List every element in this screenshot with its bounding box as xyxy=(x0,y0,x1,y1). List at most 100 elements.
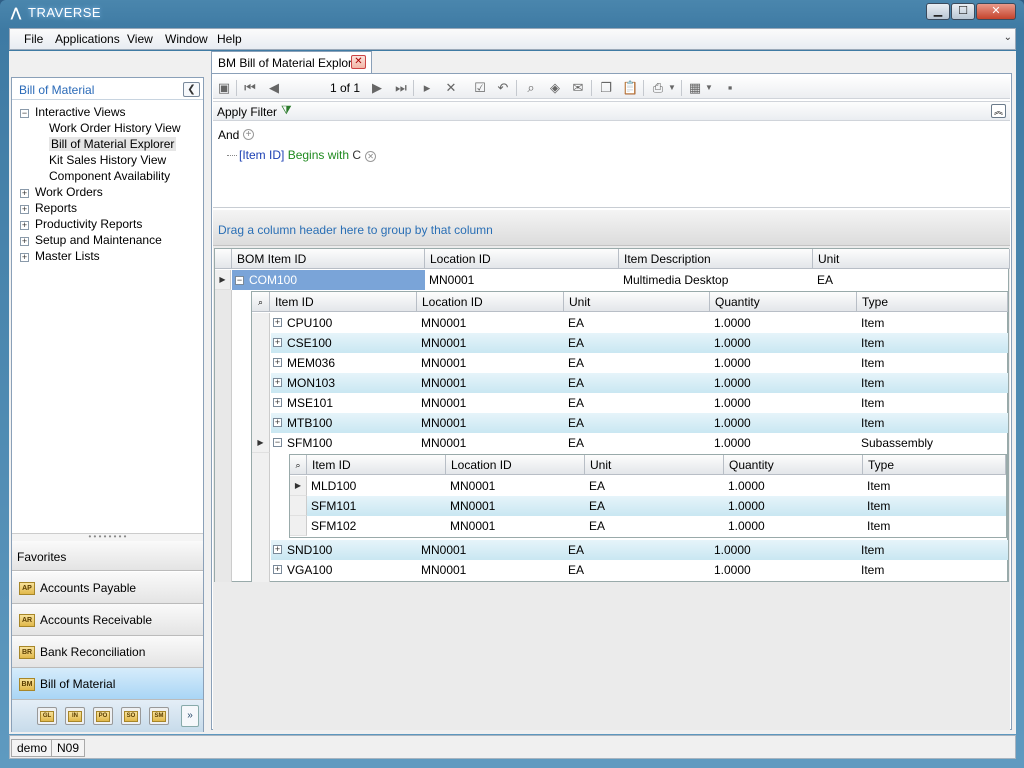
column-header-unit[interactable]: Unit xyxy=(813,249,1010,269)
tree-node-component-availability[interactable]: Component Availability xyxy=(49,169,170,183)
filter-icon[interactable]: ⧩ xyxy=(281,103,292,118)
dropdown-arrow-icon[interactable]: ▼ xyxy=(705,80,713,96)
cell-location-id[interactable]: MN0001 xyxy=(418,393,466,413)
inventory-shortcut-icon[interactable]: IN xyxy=(65,707,85,725)
tree-expand-toggle[interactable]: + xyxy=(20,237,29,246)
cell-item-id[interactable]: CSE100 xyxy=(284,333,332,353)
table-row[interactable] xyxy=(271,560,1008,580)
cell-location-id[interactable]: MN0001 xyxy=(418,313,466,333)
print-icon[interactable]: ⎙ xyxy=(650,80,666,96)
chevron-down-icon[interactable]: ⌄ xyxy=(1004,32,1012,43)
cell-type[interactable]: Subassembly xyxy=(858,433,933,453)
cell-unit[interactable]: EA xyxy=(586,516,605,536)
remove-condition-icon[interactable]: ✕ xyxy=(365,151,377,162)
master-cell-description[interactable]: Multimedia Desktop xyxy=(620,270,728,290)
cell-type[interactable]: Item xyxy=(858,333,884,353)
expand-row-toggle[interactable]: + xyxy=(273,338,282,347)
menu-file[interactable]: File xyxy=(24,32,43,46)
find-icon[interactable]: ⌕ xyxy=(523,80,539,96)
cell-unit[interactable]: EA xyxy=(565,560,584,580)
tree-node-master-lists[interactable]: Master Lists xyxy=(35,249,100,263)
last-record-icon[interactable]: ⏭ xyxy=(393,80,409,96)
tree-node-setup-and-maintenance[interactable]: Setup and Maintenance xyxy=(35,233,162,247)
next-record-icon[interactable]: ▶ xyxy=(369,80,385,96)
detail-header-location-id[interactable]: Location ID xyxy=(417,292,564,312)
filter-operator[interactable]: Begins with xyxy=(288,148,349,162)
nav-accounts-receivable[interactable]: AR Accounts Receivable xyxy=(12,604,203,636)
sub-header-quantity[interactable]: Quantity xyxy=(724,455,863,475)
menu-help[interactable]: Help xyxy=(217,32,242,46)
expand-row-toggle[interactable]: + xyxy=(273,358,282,367)
menu-window[interactable]: Window xyxy=(165,32,208,46)
cell-location-id[interactable]: MN0001 xyxy=(418,353,466,373)
expand-row-toggle[interactable]: + xyxy=(273,418,282,427)
cell-item-id[interactable]: MSE101 xyxy=(284,393,333,413)
filter-value[interactable]: C xyxy=(352,148,361,162)
detail-header-type[interactable]: Type xyxy=(857,292,1008,312)
cell-quantity[interactable]: 1.0000 xyxy=(711,333,751,353)
master-cell-location-id[interactable]: MN0001 xyxy=(426,270,474,290)
table-row[interactable] xyxy=(271,540,1008,560)
column-header-location-id[interactable]: Location ID xyxy=(425,249,619,269)
purchase-order-shortcut-icon[interactable]: PO xyxy=(93,707,113,725)
cell-item-id[interactable]: SFM101 xyxy=(308,496,356,516)
detail-header-item-id[interactable]: Item ID xyxy=(270,292,417,312)
tree-expand-toggle[interactable]: + xyxy=(20,253,29,262)
cell-type[interactable]: Item xyxy=(858,353,884,373)
cell-unit[interactable]: EA xyxy=(586,476,605,496)
cell-unit[interactable]: EA xyxy=(565,373,584,393)
tree-expand-toggle[interactable]: + xyxy=(20,205,29,214)
save-icon[interactable]: ▣ xyxy=(216,80,232,96)
collapse-row-toggle[interactable]: − xyxy=(235,276,244,285)
cell-location-id[interactable]: MN0001 xyxy=(418,560,466,580)
expand-row-toggle[interactable]: + xyxy=(273,398,282,407)
cell-type[interactable]: Item xyxy=(858,560,884,580)
expand-row-toggle[interactable]: + xyxy=(273,545,282,554)
cell-item-id[interactable]: CPU100 xyxy=(284,313,332,333)
cell-unit[interactable]: EA xyxy=(565,353,584,373)
cell-type[interactable]: Item xyxy=(858,313,884,333)
cell-type[interactable]: Item xyxy=(864,516,890,536)
cell-quantity[interactable]: 1.0000 xyxy=(725,476,765,496)
more-modules-chevron-icon[interactable]: » xyxy=(181,705,199,727)
cell-type[interactable]: Item xyxy=(858,373,884,393)
cell-item-id[interactable]: MON103 xyxy=(284,373,335,393)
row-indicator[interactable] xyxy=(290,516,307,536)
cell-unit[interactable]: EA xyxy=(565,333,584,353)
cell-location-id[interactable]: MN0001 xyxy=(447,496,495,516)
table-row[interactable] xyxy=(307,516,1006,536)
apply-filter-label[interactable]: Apply Filter xyxy=(217,105,277,119)
table-row[interactable] xyxy=(271,373,1008,393)
layout-icon[interactable]: ▪ xyxy=(722,80,738,96)
tree-node-interactive-views[interactable]: Interactive Views xyxy=(35,105,126,119)
row-indicator-icon[interactable]: ▶ xyxy=(252,433,270,453)
cell-quantity[interactable]: 1.0000 xyxy=(711,393,751,413)
filter-field[interactable]: [Item ID] xyxy=(239,148,284,162)
cell-unit[interactable]: EA xyxy=(586,496,605,516)
expand-row-toggle[interactable]: + xyxy=(273,378,282,387)
new-record-icon[interactable]: ▸ xyxy=(419,80,435,96)
cell-location-id[interactable]: MN0001 xyxy=(418,540,466,560)
tree-node-work-order-history-view[interactable]: Work Order History View xyxy=(49,121,181,135)
cell-location-id[interactable]: MN0001 xyxy=(418,413,466,433)
cell-item-id[interactable]: SFM100 xyxy=(284,433,332,453)
general-ledger-shortcut-icon[interactable]: GL xyxy=(37,707,57,725)
pane-splitter[interactable]: • • • • • • • • xyxy=(12,533,203,541)
cell-item-id[interactable]: MTB100 xyxy=(284,413,332,433)
cell-item-id[interactable]: MLD100 xyxy=(308,476,356,496)
cell-type[interactable]: Item xyxy=(858,540,884,560)
search-icon[interactable]: ⌕ xyxy=(290,455,307,475)
close-window-button[interactable]: ✕ xyxy=(976,3,1016,20)
maximize-button[interactable]: ☐ xyxy=(951,3,975,20)
cell-unit[interactable]: EA xyxy=(565,313,584,333)
expand-row-toggle[interactable]: + xyxy=(273,565,282,574)
row-indicator-icon[interactable]: ▶ xyxy=(290,476,307,496)
sub-header-location-id[interactable]: Location ID xyxy=(446,455,585,475)
tree-node-reports[interactable]: Reports xyxy=(35,201,77,215)
cell-location-id[interactable]: MN0001 xyxy=(447,516,495,536)
cell-quantity[interactable]: 1.0000 xyxy=(711,313,751,333)
tree-node-productivity-reports[interactable]: Productivity Reports xyxy=(35,217,142,231)
cell-type[interactable]: Item xyxy=(864,476,890,496)
detail-header-quantity[interactable]: Quantity xyxy=(710,292,857,312)
favorites-header[interactable]: Favorites xyxy=(12,541,203,571)
